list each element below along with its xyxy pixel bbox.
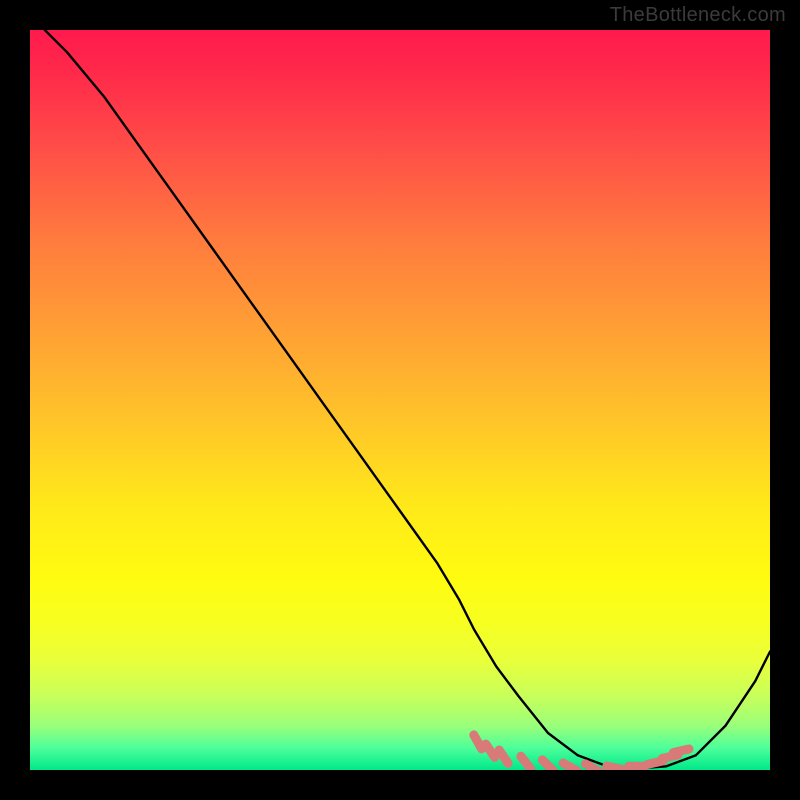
curve-markers bbox=[474, 735, 689, 770]
plot-area bbox=[30, 30, 770, 770]
curve-marker-dot bbox=[634, 763, 640, 769]
curve-marker-dot bbox=[523, 759, 529, 765]
curve-marker-dot bbox=[500, 753, 506, 759]
watermark-text: TheBottleneck.com bbox=[610, 4, 786, 27]
curve-marker-dot bbox=[545, 762, 551, 768]
curve-marker-dot bbox=[567, 764, 573, 770]
chart-svg bbox=[30, 30, 770, 770]
curve-marker-dot bbox=[652, 759, 658, 765]
bottleneck-curve-line bbox=[45, 30, 770, 769]
curve-marker-dot bbox=[475, 739, 481, 745]
curve-marker-dot bbox=[678, 748, 684, 754]
curve-marker-dot bbox=[487, 748, 493, 754]
